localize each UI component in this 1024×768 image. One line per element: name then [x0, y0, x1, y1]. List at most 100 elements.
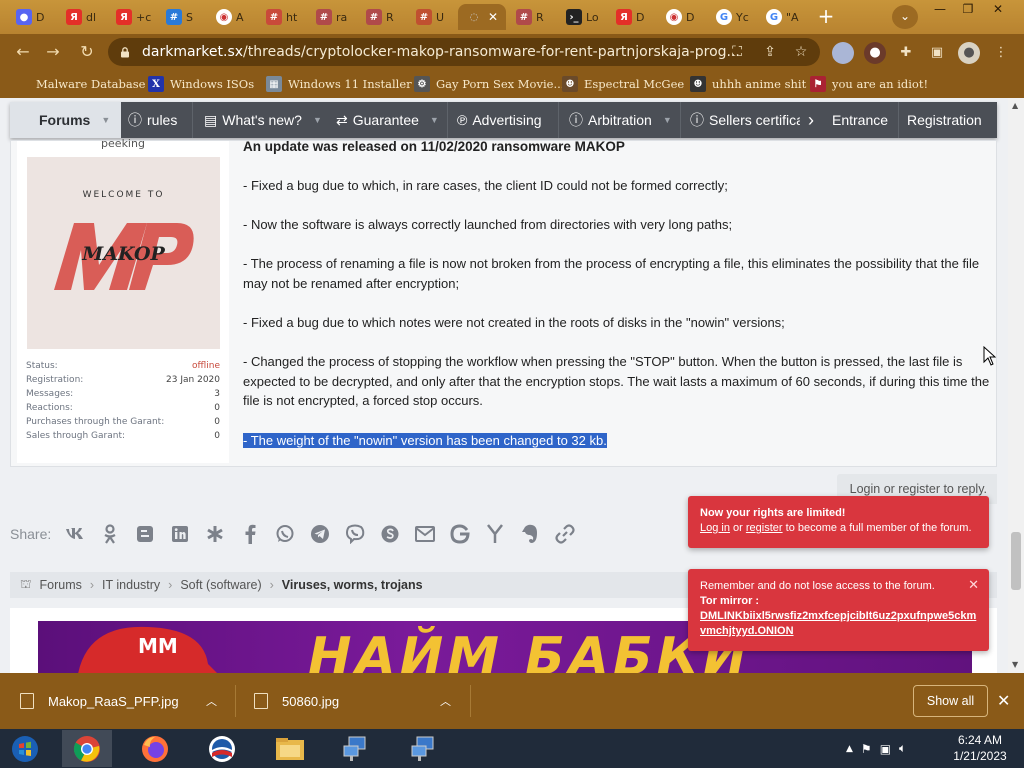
- clock[interactable]: 6:24 AM 1/21/2023: [944, 732, 1016, 764]
- caret-down-icon[interactable]: ▼: [663, 101, 672, 139]
- odnoklassniki-icon[interactable]: [99, 523, 121, 545]
- browser-tab[interactable]: # ht: [258, 4, 306, 30]
- extension-icon[interactable]: [832, 42, 854, 64]
- browser-tab[interactable]: G Yc: [708, 4, 756, 30]
- browser-tab[interactable]: # R: [358, 4, 406, 30]
- firefox-taskbar-icon[interactable]: [130, 730, 180, 767]
- download-item[interactable]: Makop_RaaS_PFP.jpg: [20, 683, 179, 719]
- scroll-thumb[interactable]: [1011, 532, 1021, 590]
- bookmark-item[interactable]: ☻ uhhh anime shit: [690, 75, 806, 93]
- browser-tab[interactable]: ◉ D: [658, 4, 706, 30]
- breadcrumb-item[interactable]: Forums: [40, 578, 82, 592]
- sidebar-icon[interactable]: ▣: [926, 42, 948, 64]
- bookmark-item[interactable]: ⚑ you are an idiot!: [810, 75, 928, 93]
- address-bar[interactable]: darkmarket.sx/threads/cryptolocker-makop…: [108, 38, 820, 66]
- network-icon[interactable]: ▣: [880, 742, 891, 756]
- chevron-right-icon[interactable]: ›: [808, 102, 814, 138]
- browser-tab[interactable]: ›_ Lo: [558, 4, 606, 30]
- register-link[interactable]: register: [746, 522, 783, 534]
- browser-tab[interactable]: # ra: [308, 4, 356, 30]
- nav-advertising[interactable]: ℗ Advertising: [457, 102, 542, 138]
- account-icon[interactable]: ●: [958, 42, 980, 64]
- start-button[interactable]: [0, 730, 50, 767]
- facebook-icon[interactable]: [239, 523, 261, 545]
- browser-tab[interactable]: # U: [408, 4, 456, 30]
- profile-extension-icon[interactable]: ●: [864, 42, 886, 64]
- vk-icon[interactable]: [64, 523, 86, 545]
- close-icon[interactable]: ✕: [968, 577, 979, 592]
- whatsapp-icon[interactable]: [274, 523, 296, 545]
- bookmark-item[interactable]: ☻ Espectral McGee: [562, 75, 684, 93]
- network-app-taskbar-icon[interactable]: [398, 730, 448, 767]
- chevron-up-icon[interactable]: ▲: [846, 744, 853, 754]
- bookmark-item[interactable]: ⚙ Gay Porn Sex Movie...: [414, 75, 564, 93]
- close-icon[interactable]: ✕: [488, 10, 498, 24]
- email-icon[interactable]: [414, 523, 436, 545]
- puzzle-icon[interactable]: ✚: [895, 42, 917, 64]
- browser-tab[interactable]: ЯD: [608, 4, 656, 30]
- scroll-up-icon[interactable]: ▲: [1012, 101, 1018, 110]
- browser-tab[interactable]: ● D: [8, 4, 56, 30]
- close-window-button[interactable]: ✕: [983, 0, 1013, 20]
- linkedin-icon[interactable]: [169, 523, 191, 545]
- close-icon[interactable]: ✕: [997, 691, 1010, 710]
- caret-down-icon[interactable]: ▼: [101, 101, 110, 139]
- browser-tab[interactable]: # S: [158, 4, 206, 30]
- chevron-up-icon[interactable]: ︿: [440, 693, 451, 709]
- new-tab-button[interactable]: +: [813, 5, 839, 29]
- minimize-button[interactable]: —: [925, 0, 955, 20]
- nav-sellers-certificate[interactable]: ⓘ Sellers certifica: [690, 102, 800, 138]
- download-item[interactable]: 50860.jpg: [254, 683, 339, 719]
- share-icon[interactable]: ⇪: [760, 42, 780, 62]
- bookmark-item[interactable]: ▦ Windows 11 Installer: [266, 75, 412, 93]
- skype-icon[interactable]: [379, 523, 401, 545]
- caret-down-icon[interactable]: ▼: [430, 101, 439, 139]
- breadcrumb-item-current[interactable]: Viruses, worms, trojans: [282, 578, 423, 592]
- post-paragraph-selected[interactable]: - The weight of the "nowin" version has …: [243, 431, 607, 451]
- show-all-button[interactable]: Show all: [913, 685, 988, 717]
- nav-forums[interactable]: Forums ▼: [10, 102, 121, 138]
- telegram-icon[interactable]: [309, 523, 331, 545]
- obama-logo-taskbar-icon[interactable]: [197, 730, 247, 767]
- browser-tab[interactable]: # R: [508, 4, 556, 30]
- viber-icon[interactable]: [344, 523, 366, 545]
- evernote-icon[interactable]: [519, 523, 541, 545]
- forward-button[interactable]: →: [42, 41, 64, 63]
- onion-link[interactable]: DMLINKbiixl5rwsfiz2mxfcepjcibIt6uz2pxufn…: [700, 609, 977, 639]
- restore-button[interactable]: ❐: [953, 0, 983, 20]
- google-icon[interactable]: [449, 523, 471, 545]
- bookmark-item[interactable]: Malware Database: [14, 75, 145, 93]
- browser-tab-active[interactable]: ◌ ✕: [458, 4, 506, 30]
- bookmark-star-icon[interactable]: ☆: [791, 42, 811, 62]
- browser-tab[interactable]: Я +c: [108, 4, 156, 30]
- link-icon[interactable]: [554, 523, 576, 545]
- bookmark-item[interactable]: X Windows ISOs: [148, 75, 254, 93]
- page-scrollbar[interactable]: ▲ ▼: [1008, 98, 1024, 673]
- menu-icon[interactable]: ⋮: [990, 42, 1012, 64]
- breadcrumb-item[interactable]: Soft (software): [180, 578, 261, 592]
- reload-button[interactable]: ↻: [76, 41, 98, 63]
- browser-tab[interactable]: ◉ A: [208, 4, 256, 30]
- nav-rules[interactable]: ⓘ rules: [128, 102, 177, 138]
- browser-tab[interactable]: G"A✕: [758, 4, 806, 30]
- network-app-taskbar-icon[interactable]: [330, 730, 380, 767]
- entrance-link[interactable]: Entrance: [832, 102, 888, 138]
- registration-link[interactable]: Registration: [907, 102, 982, 138]
- breadcrumb-item[interactable]: IT industry: [102, 578, 160, 592]
- avatar[interactable]: WELCOME TO MAKOP: [27, 157, 220, 349]
- nav-whats-new[interactable]: ▤ What's new? ▼: [204, 102, 322, 138]
- caret-down-icon[interactable]: ▼: [313, 101, 322, 139]
- asterisk-icon[interactable]: [204, 523, 226, 545]
- nav-guarantee[interactable]: ⇄ Guarantee ▼: [336, 102, 439, 138]
- chrome-taskbar-icon[interactable]: [62, 730, 112, 767]
- close-icon[interactable]: ✕: [805, 10, 806, 24]
- browser-tab[interactable]: Яdl: [58, 4, 106, 30]
- blogger-icon[interactable]: [134, 523, 156, 545]
- nav-arbitration[interactable]: ⓘ Arbitration ▼: [569, 102, 672, 138]
- tab-search-button[interactable]: ⌄: [892, 5, 918, 29]
- yandex-y-icon[interactable]: [484, 523, 506, 545]
- scroll-down-icon[interactable]: ▼: [1012, 660, 1018, 669]
- file-explorer-taskbar-icon[interactable]: [265, 730, 315, 767]
- login-link[interactable]: Log in: [700, 522, 730, 534]
- chevron-up-icon[interactable]: ︿: [206, 693, 217, 709]
